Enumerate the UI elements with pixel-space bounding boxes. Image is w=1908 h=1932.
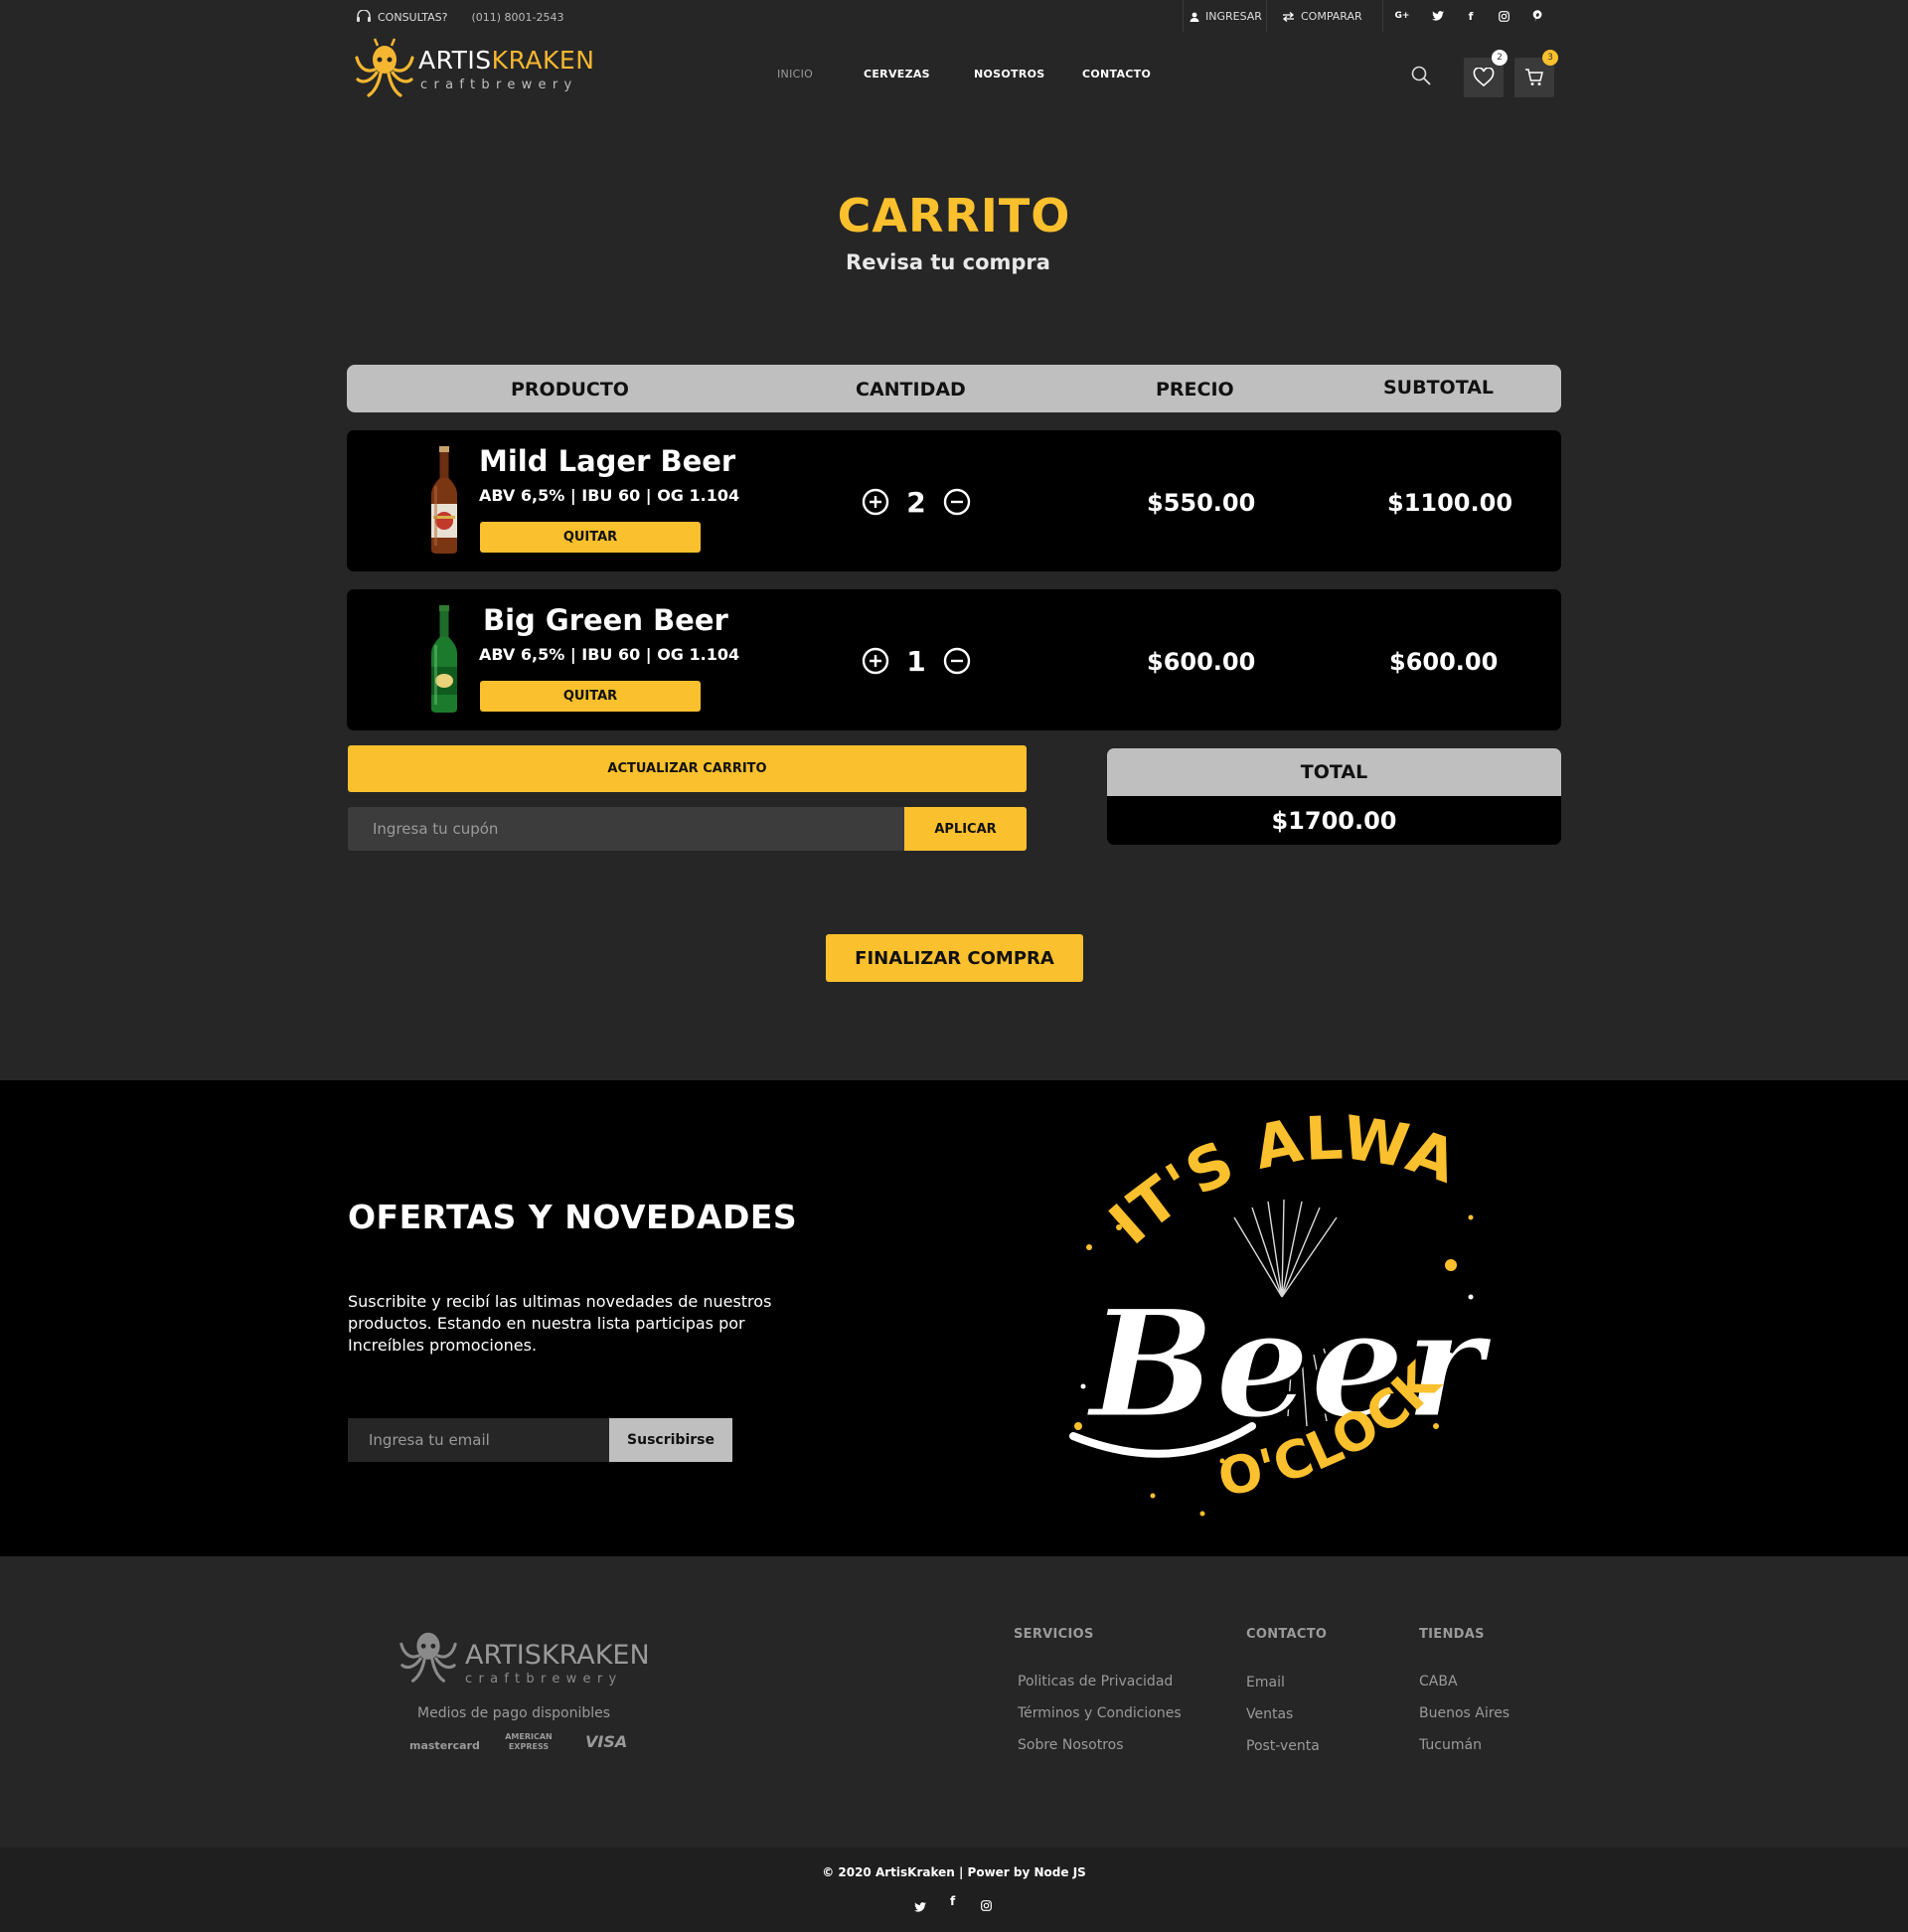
art-line-2: Beer: [1085, 1277, 1494, 1452]
header-precio: PRECIO: [1156, 379, 1234, 401]
copyright: © 2020 ArtisKraken | Power by Node JS: [822, 1865, 1086, 1879]
footer-link[interactable]: Email: [1246, 1675, 1285, 1690]
minus-circle-icon[interactable]: [943, 647, 971, 675]
coupon-input[interactable]: Ingresa tu cupón: [348, 807, 904, 851]
header-cantidad: CANTIDAD: [856, 379, 966, 401]
twitter-icon[interactable]: [1430, 8, 1446, 24]
footer-link[interactable]: Ventas: [1246, 1706, 1293, 1722]
total-label: TOTAL: [1107, 748, 1561, 796]
product-specs: ABV 6,5% | IBU 60 | OG 1.104: [479, 645, 740, 664]
cart-count-badge: 3: [1542, 50, 1558, 66]
nav-cervezas[interactable]: CERVEZAS: [864, 68, 930, 80]
header-subtotal: SUBTOTAL: [1383, 377, 1495, 399]
footer-link[interactable]: Términos y Condiciones: [1018, 1705, 1182, 1721]
facebook-icon[interactable]: f: [950, 1894, 955, 1908]
nav-inicio[interactable]: INICIO: [777, 68, 813, 80]
mastercard-logo: mastercard: [409, 1739, 480, 1752]
support-label: CONSULTAS?: [378, 10, 448, 24]
product-name[interactable]: Mild Lager Beer: [479, 444, 735, 478]
unit-price: $600.00: [1147, 648, 1256, 676]
quantity-value: 2: [906, 485, 926, 519]
footer-link[interactable]: Politicas de Privacidad: [1018, 1674, 1173, 1690]
newsletter-email-input[interactable]: Ingresa tu email: [348, 1418, 609, 1462]
footer-link[interactable]: CABA: [1419, 1674, 1458, 1690]
search-icon[interactable]: [1411, 66, 1431, 89]
unit-price: $550.00: [1147, 489, 1256, 517]
footer-bottom-bar: © 2020 ArtisKraken | Power by Node JS f: [0, 1848, 1908, 1932]
heart-icon: [1473, 68, 1495, 87]
footer-contacto-title: CONTACTO: [1246, 1627, 1328, 1642]
footer-brand-tagline: craftbrewery: [465, 1672, 623, 1687]
quantity-stepper: 2: [862, 482, 971, 522]
minus-circle-icon[interactable]: [943, 488, 971, 516]
total-value: $1700.00: [1107, 796, 1561, 845]
support-phone[interactable]: (011) 8001-2543: [471, 11, 563, 24]
newsletter-text: Suscribite y recibí las ultimas novedade…: [348, 1292, 772, 1355]
quantity-value: 1: [906, 644, 926, 678]
compare-link[interactable]: COMPARAR: [1282, 10, 1362, 23]
brand-logo[interactable]: ARTISKRAKEN craftbrewery: [353, 36, 601, 101]
instagram-icon[interactable]: [981, 1896, 992, 1915]
green-beer-bottle-image: [431, 605, 457, 713]
twitter-icon[interactable]: [914, 1897, 926, 1916]
apply-coupon-button[interactable]: APLICAR: [904, 807, 1027, 851]
footer-link[interactable]: Tucumán: [1419, 1737, 1482, 1753]
user-icon: [1190, 12, 1199, 22]
beer-oclock-illustration: IT'S ALWAYS Beer O'CLOCK: [1053, 1098, 1495, 1517]
cart-icon: [1525, 69, 1543, 85]
brand-name: ARTISKRAKEN: [418, 46, 595, 75]
footer-servicios-title: SERVICIOS: [1014, 1627, 1094, 1642]
remove-item-button[interactable]: QUITAR: [480, 522, 701, 553]
facebook-icon[interactable]: f: [1463, 8, 1479, 24]
item-subtotal: $600.00: [1389, 648, 1499, 676]
footer-link[interactable]: Sobre Nosotros: [1018, 1737, 1124, 1753]
item-subtotal: $1100.00: [1387, 489, 1513, 517]
subscribe-button[interactable]: Suscribirse: [609, 1418, 732, 1462]
remove-item-button[interactable]: QUITAR: [480, 681, 701, 712]
cart-button[interactable]: 3: [1514, 50, 1558, 97]
cart-item-row: Mild Lager Beer ABV 6,5% | IBU 60 | OG 1…: [347, 430, 1561, 571]
instagram-icon[interactable]: [1496, 8, 1511, 24]
compare-arrows-icon: [1282, 11, 1295, 22]
page-title: CARRITO: [837, 189, 1071, 242]
kraken-logo-icon: [399, 1632, 457, 1683]
footer-tiendas-title: TIENDAS: [1419, 1627, 1485, 1642]
login-link[interactable]: INGRESAR: [1190, 10, 1262, 23]
update-cart-button[interactable]: ACTUALIZAR CARRITO: [348, 745, 1027, 792]
footer-link[interactable]: Post-venta: [1246, 1738, 1320, 1754]
cart-item-row: Big Green Beer ABV 6,5% | IBU 60 | OG 1.…: [347, 589, 1561, 730]
header-producto: PRODUCTO: [511, 379, 629, 401]
amber-beer-bottle-image: [431, 446, 457, 554]
brand-tagline: craftbrewery: [420, 78, 578, 92]
newsletter-section: OFERTAS Y NOVEDADES Suscribite y recibí …: [0, 1080, 1908, 1556]
support-contact: CONSULTAS? (011) 8001-2543: [356, 10, 563, 24]
google-plus-icon[interactable]: G+: [1394, 8, 1410, 24]
cart-table-header: PRODUCTO CANTIDAD PRECIO SUBTOTAL: [347, 365, 1561, 412]
payments-label: Medios de pago disponibles: [417, 1705, 611, 1721]
plus-circle-icon[interactable]: [862, 647, 889, 675]
footer-logo[interactable]: ARTISKRAKEN craftbrewery: [398, 1623, 650, 1687]
plus-circle-icon[interactable]: [862, 488, 889, 516]
product-name[interactable]: Big Green Beer: [483, 603, 728, 637]
checkout-button[interactable]: FINALIZAR COMPRA: [826, 934, 1083, 982]
art-line-1: IT'S ALWAYS: [1053, 1098, 1466, 1258]
nav-contacto[interactable]: CONTACTO: [1082, 68, 1151, 80]
footer-link[interactable]: Buenos Aires: [1419, 1705, 1510, 1721]
newsletter-title: OFERTAS Y NOVEDADES: [348, 1198, 798, 1236]
amex-logo: AMERICAN EXPRESS: [505, 1732, 553, 1751]
quantity-stepper: 1: [862, 641, 971, 681]
visa-logo: VISA: [585, 1732, 628, 1751]
product-specs: ABV 6,5% | IBU 60 | OG 1.104: [479, 486, 740, 505]
page-subtitle: Revisa tu compra: [846, 250, 1050, 274]
footer-brand-name: ARTISKRAKEN: [465, 1640, 650, 1671]
compare-label: COMPARAR: [1301, 10, 1362, 23]
top-bar: CONSULTAS? (011) 8001-2543 INGRESAR COMP…: [0, 0, 1908, 32]
nav-nosotros[interactable]: NOSOTROS: [974, 68, 1044, 80]
headset-icon: [357, 10, 371, 22]
login-label: INGRESAR: [1205, 10, 1262, 23]
wishlist-button[interactable]: 2: [1464, 50, 1508, 97]
kraken-logo-icon: [355, 38, 414, 97]
pinterest-icon[interactable]: [1529, 8, 1545, 24]
wishlist-count-badge: 2: [1492, 50, 1508, 66]
